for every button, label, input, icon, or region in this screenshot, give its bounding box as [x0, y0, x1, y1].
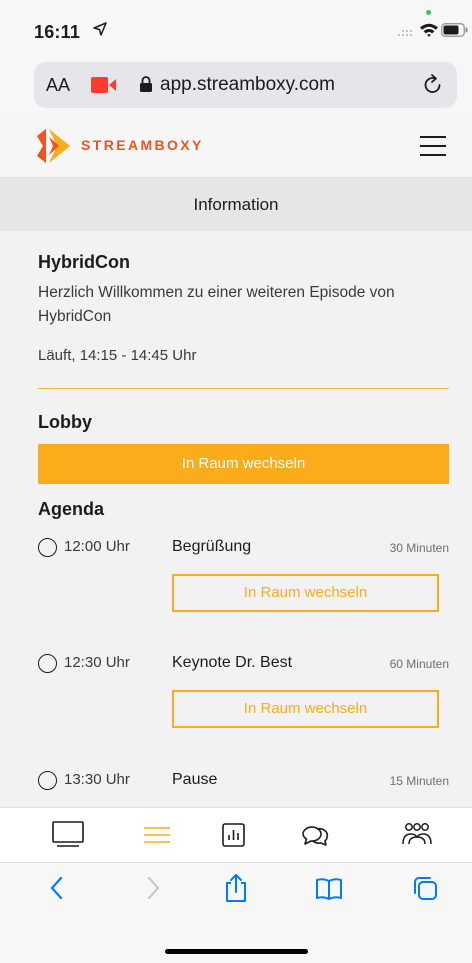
- agenda-title: Keynote Dr. Best: [172, 654, 293, 671]
- list-icon[interactable]: [141, 820, 173, 850]
- status-bar: 16:11: [0, 0, 472, 58]
- lobby-switch-room-button[interactable]: In Raum wechseln: [38, 444, 449, 484]
- poll-chart-icon[interactable]: [218, 820, 250, 850]
- forward-icon[interactable]: [138, 873, 166, 903]
- text-size-button[interactable]: AA: [46, 75, 70, 96]
- agenda-duration: 60 Minuten: [389, 657, 449, 671]
- agenda-title: Agenda: [38, 499, 105, 519]
- battery-icon: [441, 23, 468, 37]
- agenda-select-radio[interactable]: [38, 771, 57, 790]
- camera-recording-icon[interactable]: [91, 77, 117, 93]
- safari-toolbar: [0, 862, 472, 963]
- home-indicator[interactable]: [165, 949, 308, 954]
- back-icon[interactable]: [44, 873, 72, 903]
- participants-icon[interactable]: [401, 820, 433, 850]
- agenda-time: 13:30 Uhr: [64, 771, 130, 788]
- event-description: Herzlich Willkommen zu einer weiteren Ep…: [38, 284, 395, 325]
- hamburger-menu-icon[interactable]: [420, 135, 446, 157]
- url-text[interactable]: app.streamboxy.com: [160, 74, 335, 96]
- bookmarks-icon[interactable]: [315, 873, 343, 903]
- agenda-duration: 15 Minuten: [389, 774, 449, 788]
- agenda-switch-room-button[interactable]: In Raum wechseln: [172, 690, 439, 728]
- reload-icon[interactable]: [422, 73, 444, 97]
- monitor-icon[interactable]: [52, 820, 84, 850]
- chat-bubbles-icon[interactable]: [299, 820, 331, 850]
- lock-icon: [140, 76, 152, 92]
- agenda-select-radio[interactable]: [38, 538, 57, 557]
- information-panel: HybridCon Herzlich Willkommen zu einer w…: [0, 231, 472, 807]
- agenda-title: Begrüßung: [172, 538, 252, 555]
- event-title: HybridCon: [38, 252, 130, 272]
- app-bottom-nav: [0, 807, 472, 862]
- agenda-switch-room-button[interactable]: In Raum wechseln: [172, 574, 439, 612]
- status-time: 16:11: [34, 22, 81, 42]
- mic-indicator-dot: [426, 10, 431, 15]
- tabs-icon[interactable]: [411, 873, 439, 903]
- share-icon[interactable]: [222, 873, 250, 903]
- page-title: Information: [0, 178, 472, 231]
- browser-address-area: AA app.streamboxy.com: [0, 58, 472, 118]
- agenda-time: 12:00 Uhr: [64, 538, 130, 555]
- agenda-select-radio[interactable]: [38, 654, 57, 673]
- lobby-title: Lobby: [38, 412, 92, 432]
- address-bar[interactable]: AA app.streamboxy.com: [34, 62, 457, 108]
- brand-name[interactable]: STREAMBOXY: [81, 137, 204, 153]
- text-size-label: AA: [46, 75, 71, 95]
- event-status-time: Läuft, 14:15 - 14:45 Uhr: [38, 347, 197, 364]
- site-header: STREAMBOXY: [0, 118, 472, 178]
- cellular-signal-icon: [398, 30, 412, 36]
- streamboxy-logo-icon[interactable]: [33, 126, 73, 166]
- section-divider: [38, 388, 449, 389]
- agenda-duration: 30 Minuten: [389, 541, 449, 555]
- agenda-title: Pause: [172, 771, 218, 788]
- location-arrow-icon: [93, 22, 107, 36]
- wifi-icon: [420, 23, 438, 37]
- agenda-time: 12:30 Uhr: [64, 654, 130, 671]
